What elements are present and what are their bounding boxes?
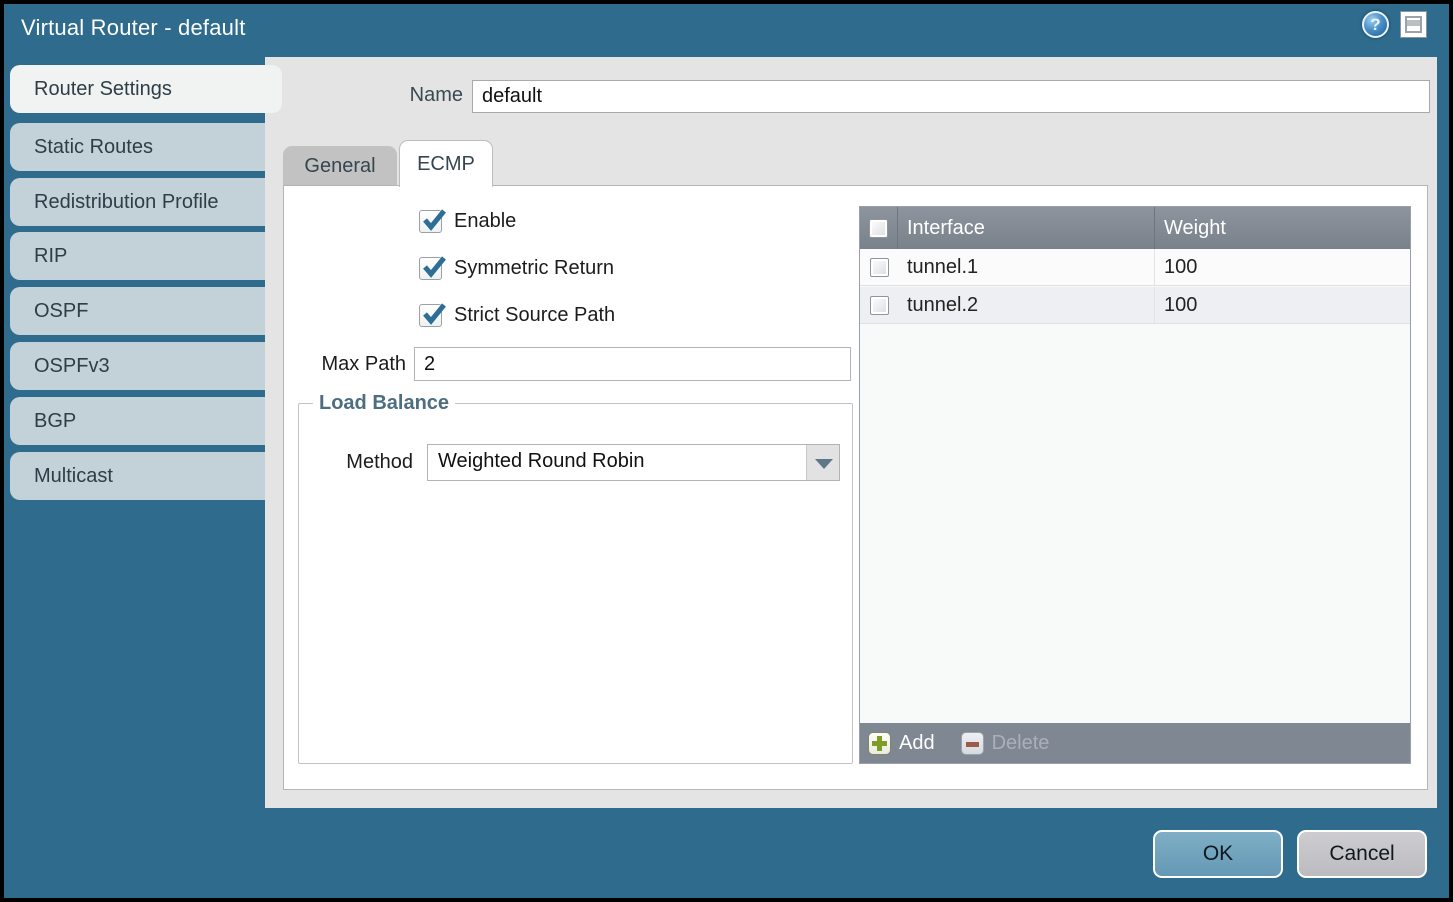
enable-label: Enable — [454, 210, 516, 233]
content-panel: Name General ECMP Enable — [265, 57, 1437, 808]
sidebar-item-label: RIP — [34, 245, 67, 268]
sidebar-item-label: BGP — [34, 410, 76, 433]
header-checkbox-cell — [860, 207, 898, 249]
load-balance-fieldset: Load Balance Method Weighted Round Robin — [298, 392, 853, 764]
sidebar-item-multicast[interactable]: Multicast — [10, 452, 282, 500]
strict-source-path-checkbox[interactable] — [419, 304, 442, 327]
enable-checkbox[interactable] — [419, 210, 442, 233]
interface-cell: tunnel.2 — [898, 287, 1155, 323]
ok-button-label: OK — [1203, 842, 1233, 866]
select-all-checkbox[interactable] — [869, 219, 888, 238]
sidebar-item-label: OSPFv3 — [34, 355, 110, 378]
max-path-label: Max Path — [284, 353, 406, 376]
virtual-router-dialog: Virtual Router - default ? Router Settin… — [4, 4, 1449, 898]
check-icon — [421, 302, 447, 328]
plus-icon — [868, 732, 891, 755]
strict-source-path-checkbox-row: Strict Source Path — [419, 303, 615, 327]
ok-button[interactable]: OK — [1153, 830, 1283, 878]
sidebar-item-label: OSPF — [34, 300, 88, 323]
delete-button-label: Delete — [992, 732, 1050, 755]
title-bar: Virtual Router - default ? — [4, 4, 1449, 57]
name-label: Name — [265, 84, 463, 107]
sidebar-item-static-routes[interactable]: Static Routes — [10, 123, 282, 171]
cancel-button-label: Cancel — [1329, 842, 1394, 866]
sidebar-item-rip[interactable]: RIP — [10, 232, 282, 280]
table-toolbar: Add Delete — [860, 723, 1410, 763]
screen: Virtual Router - default ? Router Settin… — [0, 0, 1453, 902]
row-checkbox-cell — [860, 249, 898, 285]
add-button[interactable]: Add — [868, 732, 935, 755]
row-checkbox[interactable] — [870, 258, 889, 277]
sidebar-item-router-settings[interactable]: Router Settings — [10, 65, 282, 113]
interface-cell: tunnel.1 — [898, 249, 1155, 285]
add-button-label: Add — [899, 732, 935, 755]
symmetric-return-checkbox-row: Symmetric Return — [419, 256, 614, 280]
row-checkbox[interactable] — [870, 296, 889, 315]
tab-general[interactable]: General — [283, 146, 397, 186]
check-icon — [421, 208, 447, 234]
restore-window-icon[interactable] — [1400, 11, 1427, 38]
sidebar-item-label: Multicast — [34, 465, 113, 488]
name-row: Name — [265, 80, 1437, 112]
symmetric-return-checkbox[interactable] — [419, 257, 442, 280]
table-row[interactable]: tunnel.1 100 — [860, 249, 1410, 286]
weight-cell: 100 — [1155, 249, 1410, 285]
table-row[interactable]: tunnel.2 100 — [860, 287, 1410, 324]
weight-column-header[interactable]: Weight — [1155, 207, 1410, 249]
tab-label: General — [304, 155, 375, 178]
row-checkbox-cell — [860, 287, 898, 323]
name-input[interactable] — [472, 80, 1430, 113]
load-balance-legend: Load Balance — [313, 392, 455, 415]
method-selected-value: Weighted Round Robin — [438, 450, 644, 473]
table-header: Interface Weight — [860, 207, 1410, 249]
weight-cell: 100 — [1155, 287, 1410, 323]
sidebar-item-bgp[interactable]: BGP — [10, 397, 282, 445]
help-icon[interactable]: ? — [1362, 11, 1389, 38]
sidebar-item-label: Static Routes — [34, 136, 153, 159]
restore-window-glyph — [1405, 16, 1422, 33]
ecmp-tab-panel: Enable Symmetric Return — [283, 185, 1428, 790]
chevron-down-icon — [815, 459, 833, 469]
tab-label: ECMP — [417, 153, 475, 176]
strict-source-path-label: Strict Source Path — [454, 304, 615, 327]
sidebar-item-label: Redistribution Profile — [34, 191, 219, 214]
delete-button[interactable]: Delete — [961, 732, 1050, 755]
sidebar-item-redistribution-profile[interactable]: Redistribution Profile — [10, 178, 282, 226]
method-dropdown[interactable]: Weighted Round Robin — [427, 444, 840, 481]
max-path-input[interactable] — [414, 347, 851, 381]
interface-column-header[interactable]: Interface — [898, 207, 1155, 249]
column-header-label: Weight — [1164, 217, 1226, 240]
check-icon — [421, 255, 447, 281]
sidebar-item-ospf[interactable]: OSPF — [10, 287, 282, 335]
dialog-title: Virtual Router - default — [21, 15, 246, 41]
cancel-button[interactable]: Cancel — [1297, 830, 1427, 878]
sidebar-item-label: Router Settings — [34, 78, 172, 101]
interface-weight-table: Interface Weight tunnel.1 100 tunnel.2 1… — [859, 206, 1411, 764]
dropdown-button[interactable] — [806, 445, 839, 480]
sidebar-item-ospfv3[interactable]: OSPFv3 — [10, 342, 282, 390]
enable-checkbox-row: Enable — [419, 209, 516, 233]
column-header-label: Interface — [907, 217, 985, 240]
minus-icon — [961, 732, 984, 755]
method-label: Method — [299, 451, 413, 474]
tab-ecmp[interactable]: ECMP — [399, 140, 493, 187]
symmetric-return-label: Symmetric Return — [454, 257, 614, 280]
